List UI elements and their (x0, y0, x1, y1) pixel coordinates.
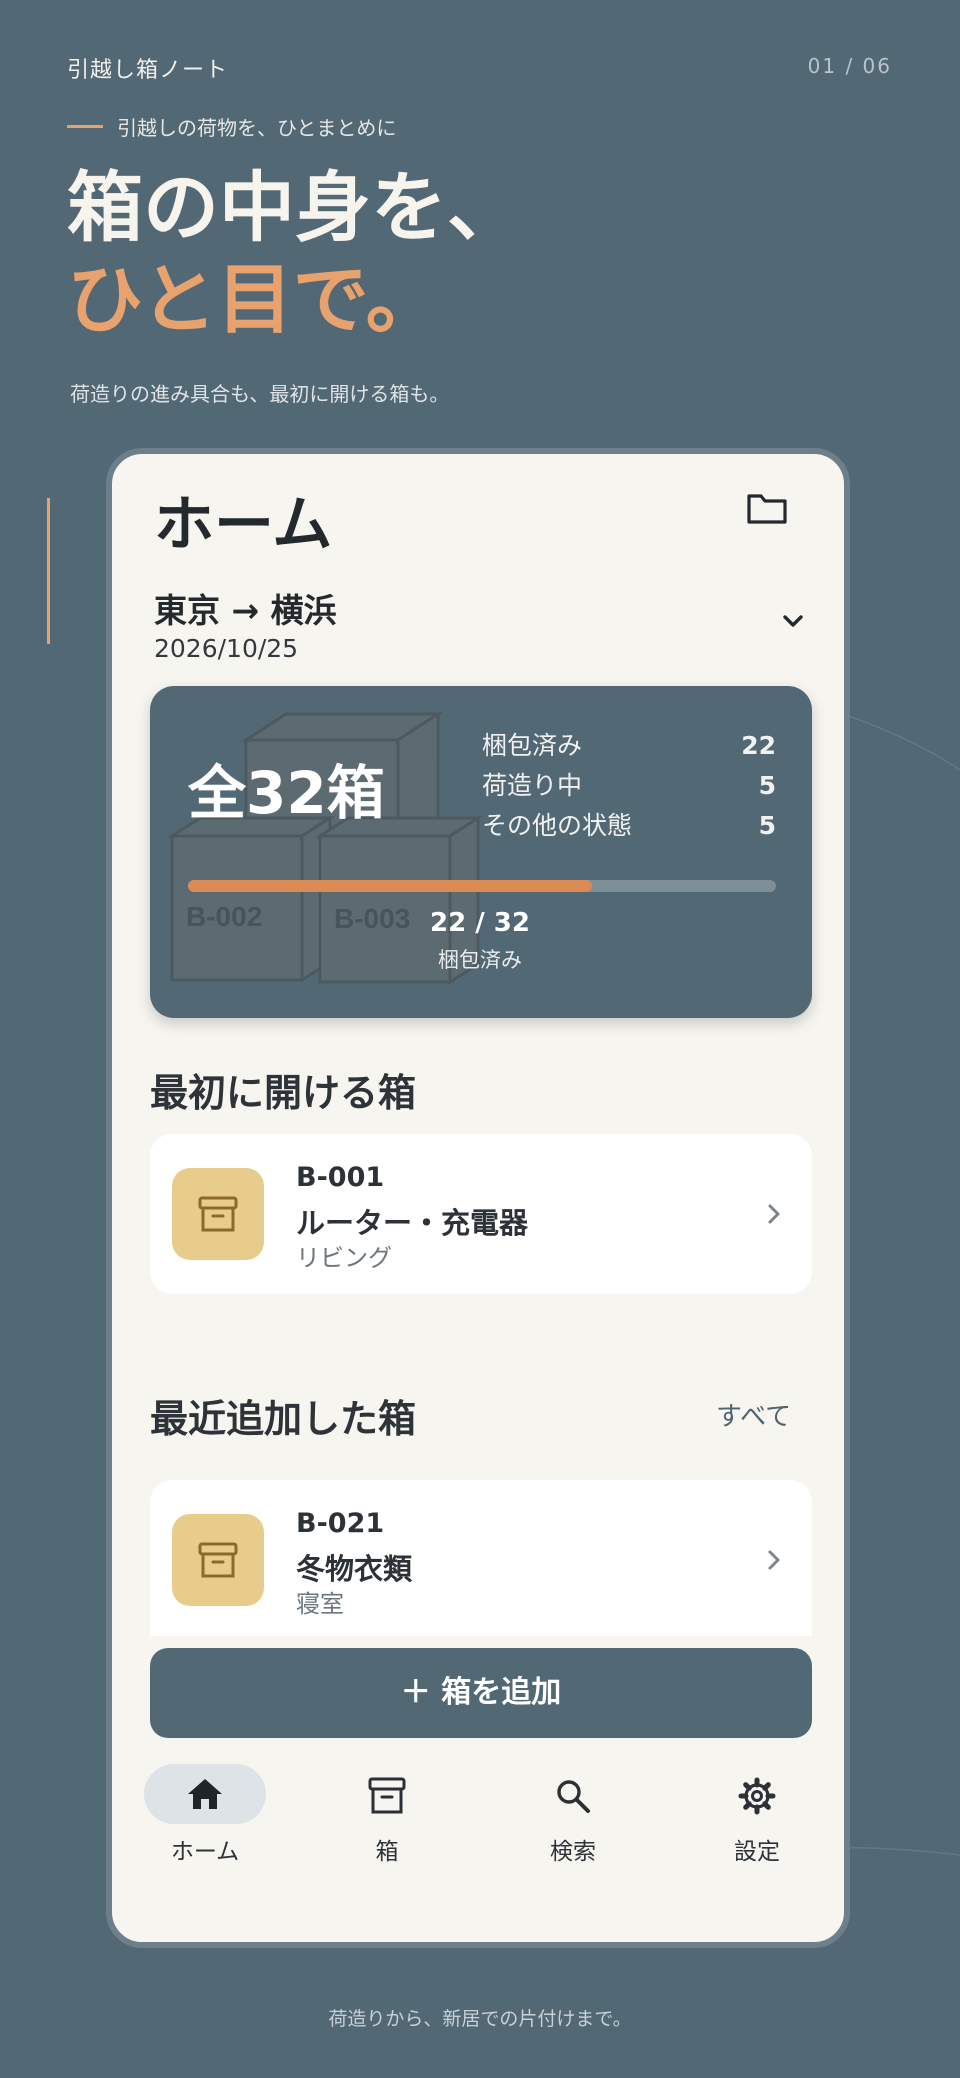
active-tab-indicator (144, 1764, 266, 1824)
phone-screen: ホーム 東京 → 横浜 2026/10/25 B-002 B-003 全32箱 … (106, 448, 850, 1948)
tab-label: 設定 (734, 1839, 780, 1865)
move-selector-button[interactable] (776, 604, 810, 638)
box-code: B-001 (296, 1162, 385, 1193)
box-label-b002: B-002 (186, 901, 262, 932)
chevron-down-icon (783, 615, 803, 627)
hero-subtitle: 荷造りの進み具合も、最初に開ける箱も。 (70, 382, 450, 406)
hero-headline: 箱の中身を、 ひと目で。 (67, 162, 523, 346)
tab-boxes[interactable]: 箱 (312, 1764, 462, 1866)
settings-icon (738, 1777, 776, 1815)
move-date: 2026/10/25 (154, 634, 299, 663)
home-icon (188, 1779, 222, 1809)
box-room: 寝室 (296, 1590, 344, 1618)
stat-packing: 荷造り中 5 (482, 766, 776, 806)
stat-label: その他の状態 (482, 811, 633, 840)
recent-title: 最近追加した箱 (150, 1397, 417, 1441)
tagline: 引越しの荷物を、ひとまとめに (67, 112, 396, 141)
summary-card[interactable]: B-002 B-003 全32箱 梱包済み 22 荷造り中 5 その他の状態 5… (150, 686, 812, 1018)
progress-label: 梱包済み (438, 948, 522, 972)
box-icon (368, 1777, 406, 1814)
footer-text: 荷造りから、新居での片付けまで。 (328, 2008, 632, 2030)
progress-count: 22 / 32 (430, 908, 530, 938)
tagline-text: 引越しの荷物を、ひとまとめに (117, 116, 397, 140)
box-name: 冬物衣類 (296, 1552, 413, 1586)
box-icon-tile (172, 1514, 264, 1606)
box-name: ルーター・充電器 (296, 1206, 529, 1240)
chevron-right-icon (768, 1204, 780, 1224)
folder-button[interactable] (744, 488, 790, 528)
box-code: B-021 (296, 1508, 385, 1539)
hero-line-1: 箱の中身を、 (67, 163, 523, 252)
search-icon (557, 1780, 590, 1813)
archive-box-icon (198, 1542, 238, 1578)
tab-settings[interactable]: 設定 (682, 1764, 832, 1866)
stat-other: その他の状態 5 (482, 806, 776, 846)
add-box-button[interactable]: ＋ 箱を追加 (150, 1648, 812, 1738)
tab-label: 箱 (375, 1839, 399, 1865)
page-title: ホーム (154, 490, 333, 560)
stat-value: 22 (741, 731, 776, 760)
list-item[interactable]: B-021 冬物衣類 寝室 (150, 1480, 812, 1636)
first-open-title: 最初に開ける箱 (150, 1071, 417, 1115)
list-item[interactable]: B-001 ルーター・充電器 リビング (150, 1134, 812, 1294)
hero-line-2: ひと目で。 (67, 255, 442, 344)
tab-bar: ホーム 箱 検索 設定 (112, 1764, 844, 1884)
app-name: 引越し箱ノート (67, 58, 229, 83)
see-all-link[interactable]: すべて (716, 1396, 791, 1433)
move-route[interactable]: 東京 → 横浜 (154, 584, 337, 632)
progress-fill (188, 880, 593, 892)
tab-home[interactable]: ホーム (130, 1764, 280, 1866)
stat-label: 荷造り中 (482, 771, 583, 800)
chevron-right-icon (768, 1550, 780, 1570)
page-indicator: 01 / 06 (807, 54, 892, 78)
progress-bar (188, 880, 776, 892)
accent-dash (67, 125, 103, 128)
tab-label: 検索 (550, 1839, 596, 1865)
status-stats: 梱包済み 22 荷造り中 5 その他の状態 5 (482, 726, 776, 846)
total-boxes: 全32箱 (188, 759, 385, 827)
box-icon-tile (172, 1168, 264, 1260)
stat-label: 梱包済み (482, 731, 583, 760)
box-room: リビング (296, 1244, 392, 1272)
folder-icon (747, 494, 787, 524)
stat-value: 5 (758, 811, 776, 840)
stat-packed: 梱包済み 22 (482, 726, 776, 766)
stat-value: 5 (758, 771, 776, 800)
archive-box-icon (198, 1196, 238, 1232)
tab-label: ホーム (170, 1839, 240, 1865)
tab-search[interactable]: 検索 (498, 1764, 648, 1866)
side-accent-line (47, 498, 50, 644)
